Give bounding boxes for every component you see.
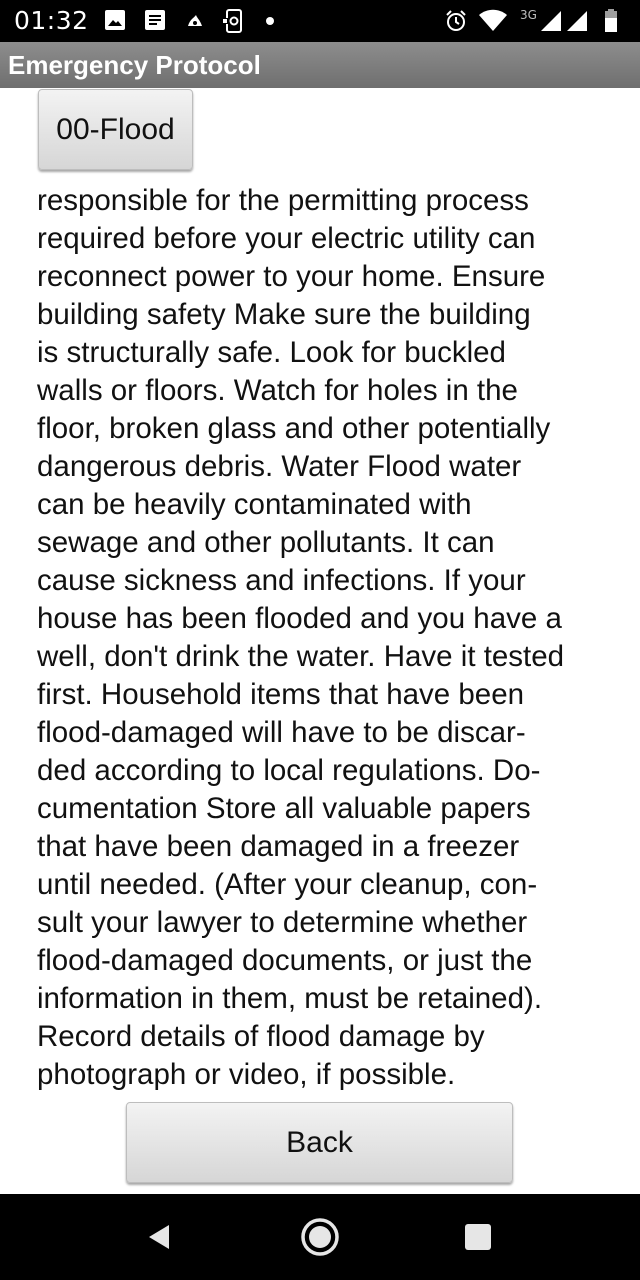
back-icon <box>149 1225 169 1249</box>
notification-dot <box>266 17 274 25</box>
home-icon <box>301 1218 339 1256</box>
navigation-bar <box>0 1194 640 1280</box>
message-icon <box>145 10 165 30</box>
back-button[interactable]: Back <box>126 1102 513 1183</box>
nav-home-button[interactable] <box>270 1194 370 1280</box>
wifi-icon <box>479 9 507 31</box>
signal-icon <box>541 11 561 31</box>
app-title: Emergency Protocol <box>8 50 261 80</box>
recents-icon <box>465 1224 491 1250</box>
battery-icon <box>605 9 617 32</box>
flood-button[interactable]: 00-Flood <box>38 89 193 170</box>
network-type-label: 3G <box>520 8 537 22</box>
status-time: 01:32 <box>14 6 89 35</box>
alarm-icon <box>446 10 466 31</box>
title-bar: Emergency Protocol <box>0 42 640 88</box>
nav-back-button[interactable] <box>110 1194 210 1280</box>
signal-icon <box>567 11 587 31</box>
app-icon <box>188 15 202 26</box>
status-bar: 01:32 3G <box>0 0 640 42</box>
nav-recents-button[interactable] <box>428 1194 528 1280</box>
screenshot-icon <box>223 9 242 33</box>
image-icon <box>105 10 125 30</box>
protocol-text: responsible for the permitting process r… <box>37 184 565 1091</box>
